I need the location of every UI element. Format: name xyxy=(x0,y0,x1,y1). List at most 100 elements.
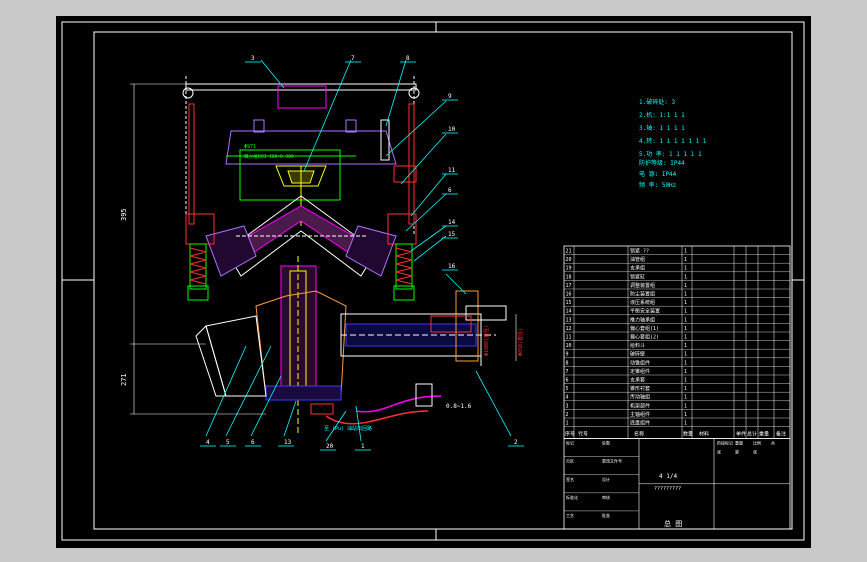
part-qty: 1 xyxy=(684,335,687,341)
table-header-cell: 数量 xyxy=(683,431,693,438)
parts-row: 16 防尘装置组 1 xyxy=(566,291,688,298)
part-name: 主轴组件 xyxy=(630,411,650,418)
shaft-note-1: Φ1000(直径) xyxy=(483,325,490,356)
part-qty: 1 xyxy=(684,421,687,427)
shaft-note-2: Φ850(直径) xyxy=(517,328,524,356)
part-qty: 1 xyxy=(684,378,687,384)
parts-row: 14 平衡安全装置 1 xyxy=(566,308,688,315)
table-header-cell: 单件 xyxy=(736,431,746,438)
title-cell: 处数 xyxy=(602,440,610,446)
part-no: 19 xyxy=(566,266,572,272)
part-qty: 1 xyxy=(684,283,687,289)
oil-note: 至 (Pu) 油站出回路 xyxy=(324,425,372,432)
part-no: 5 xyxy=(566,386,569,392)
table-header-cell: 总计 xyxy=(747,431,757,438)
part-qty: 1 xyxy=(684,292,687,298)
part-qty: 1 xyxy=(684,369,687,375)
part-qty: 1 xyxy=(684,317,687,323)
callout-number: 13 xyxy=(284,439,292,446)
part-qty: 1 xyxy=(684,395,687,401)
table-header-cell: 重量 xyxy=(759,431,769,438)
title-cell: 批准 xyxy=(602,512,610,518)
callout-number: 2 xyxy=(514,439,518,446)
title-cell: 签名 xyxy=(566,476,574,482)
part-no: 18 xyxy=(566,274,572,280)
spec-line: 防护等级: IP44 xyxy=(639,159,685,167)
spec-line: 频 率: 50Hz xyxy=(639,181,677,189)
parts-table-border xyxy=(563,245,791,440)
part-no: 9 xyxy=(566,352,569,358)
part-name: 偏心套组(2) xyxy=(630,334,659,341)
callout-number: 20 xyxy=(326,443,334,450)
diameter-top-label: Φ971 xyxy=(244,144,256,150)
callout-number: 6 xyxy=(448,187,452,194)
part-name: 动锥组件 xyxy=(630,359,650,366)
part-name: 传动轴组 xyxy=(630,394,650,401)
part-name: 破碎壁 xyxy=(630,351,645,358)
title-cell: 张 xyxy=(717,449,721,455)
part-no: 6 xyxy=(566,378,569,384)
title-cell: 重量 xyxy=(735,440,743,446)
drawing-scale: 4 1/4 xyxy=(659,473,677,480)
callout-number: 15 xyxy=(448,231,456,238)
part-name: 机架部件 xyxy=(630,402,650,409)
part-name: 支承套 xyxy=(630,377,645,384)
parts-row: 19 支承组 1 xyxy=(566,265,688,272)
spec-block: 1.破碎处: 3 2.机: 1:1 1 1 3.轴: 1 1 1 1 4.转: … xyxy=(639,98,707,189)
parts-row: 1 底盘组件 1 xyxy=(566,420,688,427)
part-no: 15 xyxy=(566,300,572,306)
part-qty: 1 xyxy=(684,412,687,418)
part-name: 支承组 xyxy=(630,265,645,272)
cad-viewport[interactable]: Φ971 最大给料口 100-0.300 395 271 0.8~1.6 至 (… xyxy=(56,16,811,548)
part-no: 20 xyxy=(566,257,572,263)
callout-number: 3 xyxy=(251,55,255,62)
title-cell: 标准化 xyxy=(566,494,578,500)
crusher-machine: Φ971 最大给料口 100-0.300 395 271 0.8~1.6 至 (… xyxy=(120,59,524,442)
part-no: 10 xyxy=(566,343,572,349)
callout-number: 4 xyxy=(206,439,210,446)
parts-row: 6 支承套 1 xyxy=(566,377,688,384)
title-cell: 第 xyxy=(735,449,739,455)
drawing-name: 总 图 xyxy=(664,519,682,528)
part-name: 定锥组件 xyxy=(630,368,650,375)
callout-number: 7 xyxy=(351,55,355,62)
parts-row: 10 给料斗 1 xyxy=(566,342,688,349)
part-qty: 1 xyxy=(684,352,687,358)
part-no: 4 xyxy=(566,395,569,401)
callout-number: 8 xyxy=(406,55,410,62)
crusher-drawing: Φ971 最大给料口 100-0.300 395 271 0.8~1.6 至 (… xyxy=(61,21,805,541)
parts-row: 15 液压系统组 1 xyxy=(566,299,688,306)
part-no: 17 xyxy=(566,283,572,289)
outer-frame xyxy=(61,21,805,541)
parts-list-table: 21 锁紧 ?? 120 油管组 119 支承组 118 锁紧缸 117 调整装置组 116 防尘装置… xyxy=(563,245,791,440)
callout-number: 1 xyxy=(361,443,365,450)
part-no: 3 xyxy=(566,403,569,409)
table-header-cell: 序号 xyxy=(565,431,575,438)
part-name: 给料斗 xyxy=(630,342,645,349)
part-no: 12 xyxy=(566,326,572,332)
part-name: 防尘装置组 xyxy=(630,291,655,298)
part-name: 偏心套组(1) xyxy=(630,325,659,332)
part-no: 14 xyxy=(566,309,572,315)
part-qty: 1 xyxy=(684,266,687,272)
parts-row: 4 传动轴组 1 xyxy=(566,394,688,401)
part-qty: 1 xyxy=(684,274,687,280)
part-name: 锁紧缸 xyxy=(630,273,645,280)
part-no: 2 xyxy=(566,412,569,418)
feed-note: 最大给料口 100-0.300 xyxy=(244,153,294,160)
part-qty: 1 xyxy=(684,300,687,306)
title-cell: 设计 xyxy=(602,476,610,482)
part-no: 7 xyxy=(566,369,569,375)
title-cell: 张 xyxy=(753,449,757,455)
spec-line: 4.转: 1 1 1 1 1 1 1 xyxy=(639,137,707,145)
part-qty: 1 xyxy=(684,249,687,255)
parts-row: 21 锁紧 ?? 1 xyxy=(566,248,688,255)
part-no: 11 xyxy=(566,335,572,341)
parts-row: 13 推力轴承组 1 xyxy=(566,316,688,323)
height-upper-dim: 395 xyxy=(120,208,128,221)
part-no: 13 xyxy=(566,317,572,323)
callout-number: 14 xyxy=(448,219,456,226)
drawing-title: ????????? xyxy=(654,486,681,492)
part-no: 8 xyxy=(566,360,569,366)
parts-row: 12 偏心套组(1) 1 xyxy=(566,325,688,332)
